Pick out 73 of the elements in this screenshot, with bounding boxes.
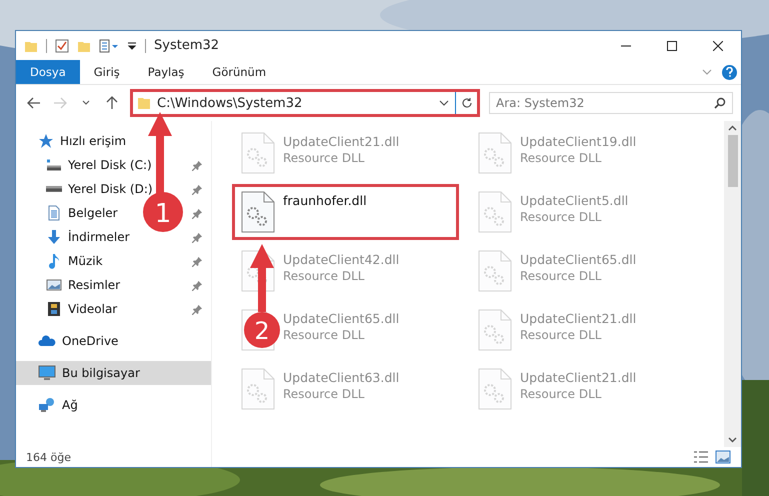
folder-icon [137,96,151,110]
sidebar-item[interactable]: Müzik [68,254,103,268]
sidebar-item[interactable]: Yerel Disk (D:) [68,182,153,196]
dll-file-icon [241,368,275,410]
file-type: Resource DLL [283,328,366,342]
step-number: 1 [154,199,172,229]
film-icon [46,301,62,317]
document-icon [46,205,62,221]
dll-file-icon [241,250,275,292]
chevron-down-icon[interactable] [82,100,90,106]
file-type: Resource DLL [520,328,602,342]
drive-icon [46,186,62,192]
step-badge [244,312,280,348]
chevron-down-icon[interactable] [439,98,449,108]
up-arrow-icon[interactable] [106,96,118,110]
large-icons-view-icon[interactable] [715,449,731,465]
ribbon-tab[interactable]: Giriş [80,60,134,84]
star-icon [38,133,54,149]
download-arrow-icon [46,229,62,245]
file-type: Resource DLL [520,210,602,224]
selected-sidebar-row[interactable]: Bu bilgisayar [16,361,211,385]
ribbon-tab[interactable]: Görünüm [198,60,280,84]
window-title: System32 [154,38,220,53]
drive-icon [46,157,62,173]
scrollbar[interactable] [724,121,741,447]
scroll-down-icon[interactable] [728,437,737,443]
dll-file-icon [478,309,512,351]
search-field[interactable]: Ara: System32 [489,92,733,114]
sidebar-item[interactable]: İndirmeler [68,230,130,244]
view-options-icon[interactable] [99,38,119,52]
sidebar-item[interactable]: Bu bilgisayar [62,366,140,380]
maximize-icon[interactable] [667,40,677,50]
sidebar-item[interactable]: Hızlı erişim [60,134,126,148]
highlighted-file-item[interactable]: fraunhofer.dll [232,184,459,240]
dll-file-icon [241,132,275,174]
address-bar[interactable]: C:\Windows\System32 [132,91,478,115]
checkmark-icon[interactable] [55,38,69,52]
help-icon[interactable] [722,64,737,80]
image-icon [46,277,62,293]
search-icon [714,97,726,109]
scroll-thumb[interactable] [728,135,738,187]
dll-file-icon [478,132,512,174]
music-note-icon [46,253,62,269]
monitor-icon [38,364,56,382]
ribbon-tab[interactable]: Paylaş [134,60,198,84]
file-name[interactable]: fraunhofer.dll [283,193,367,208]
dll-file-icon [241,191,275,233]
dropdown-icon[interactable] [127,40,137,50]
annotation-arrow [250,244,274,312]
sidebar-item[interactable]: Videolar [68,302,118,316]
network-icon [38,396,56,414]
file-type: Resource DLL [520,269,602,283]
file-type: Resource DLL [520,387,602,401]
details-view-icon[interactable] [693,449,709,465]
dll-file-icon [478,191,512,233]
close-icon[interactable] [713,40,723,50]
scroll-up-icon[interactable] [728,125,737,131]
sidebar-item[interactable]: Resimler [68,278,120,292]
dll-file-icon [478,368,512,410]
sidebar-item[interactable]: OneDrive [62,334,118,348]
sidebar-item[interactable]: Belgeler [68,206,118,220]
file-menu-tab[interactable]: Dosya [16,60,80,84]
file-type: Resource DLL [283,387,366,401]
dll-file-icon [478,250,512,292]
refresh-icon[interactable] [460,97,472,109]
file-type: Resource DLL [283,269,366,283]
back-arrow-icon[interactable] [27,97,41,109]
file-type: Resource DLL [283,151,366,165]
sidebar-item[interactable]: Yerel Disk (C:) [68,158,152,172]
step-number: 2 [254,317,270,345]
file-type: Resource DLL [520,151,602,165]
sidebar-item[interactable]: Ağ [62,398,78,412]
item-count: 164 öğe [26,450,71,464]
